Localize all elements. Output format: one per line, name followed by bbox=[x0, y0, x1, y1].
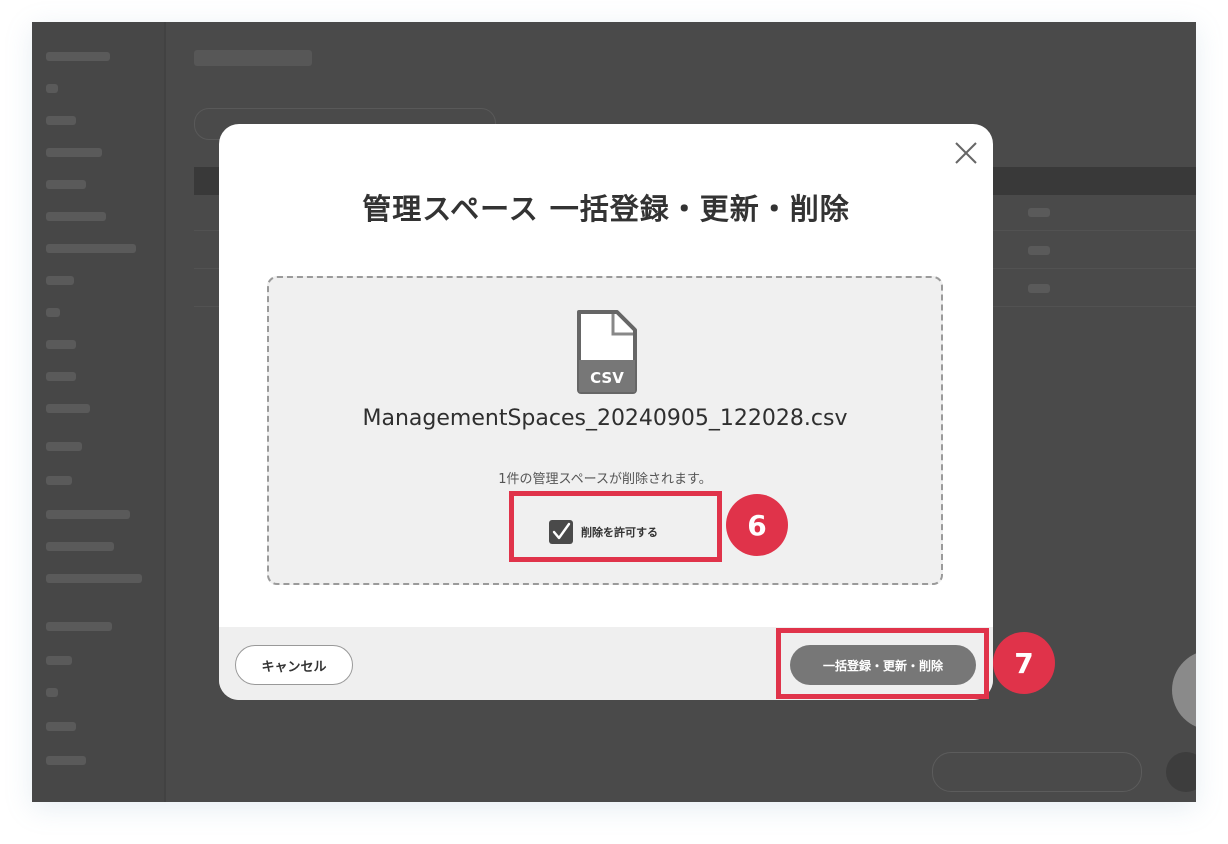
annotation-highlight-submit bbox=[776, 628, 989, 699]
background-floating-button bbox=[1172, 650, 1196, 730]
csv-file-icon: CSV bbox=[577, 310, 637, 394]
annotation-highlight-checkbox bbox=[509, 491, 722, 562]
background-cell bbox=[1028, 246, 1050, 255]
cancel-button[interactable]: キャンセル bbox=[235, 645, 353, 685]
background-page-title bbox=[194, 50, 312, 66]
delete-warning: 1件の管理スペースが削除されます。 bbox=[498, 472, 712, 487]
background-cell bbox=[1028, 208, 1050, 217]
annotation-step-badge-6: 6 bbox=[726, 494, 788, 556]
modal-title: 管理スペース 一括登録・更新・削除 bbox=[362, 192, 850, 226]
sidebar-background bbox=[32, 22, 164, 802]
background-bottom-button bbox=[932, 752, 1142, 792]
background-cell bbox=[1028, 284, 1050, 293]
sidebar-divider bbox=[164, 22, 166, 802]
file-name: ManagementSpaces_20240905_122028.csv bbox=[362, 406, 848, 431]
bulk-register-modal: 管理スペース 一括登録・更新・削除 CSV ManagementSpaces_2… bbox=[219, 124, 993, 700]
close-icon[interactable] bbox=[951, 138, 981, 168]
background-bottom-circle bbox=[1166, 752, 1196, 792]
annotation-step-badge-7: 7 bbox=[993, 632, 1055, 694]
close-button[interactable] bbox=[951, 138, 981, 168]
csv-icon-label: CSV bbox=[590, 369, 624, 387]
